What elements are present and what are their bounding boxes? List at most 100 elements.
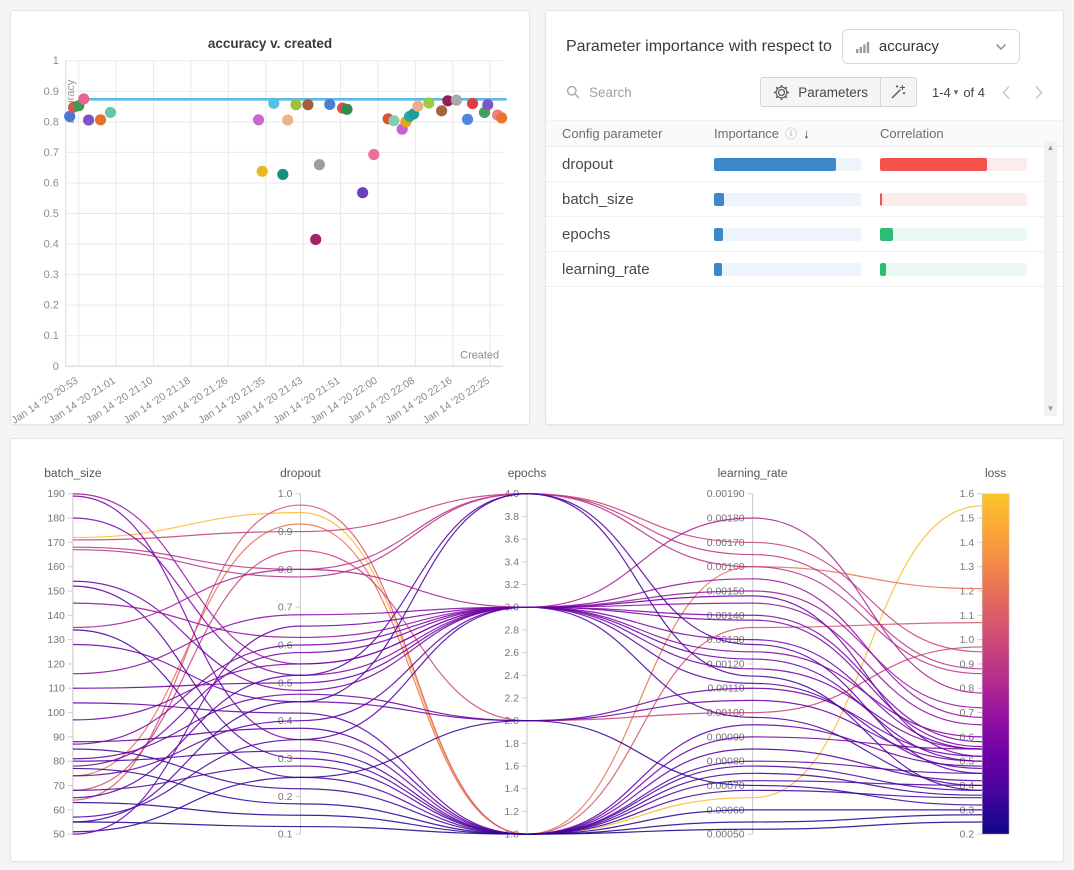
svg-text:160: 160: [47, 562, 65, 573]
parameter-importance-panel: Parameter importance with respect to acc…: [545, 10, 1064, 425]
parallel-coordinates-chart[interactable]: 5060708090100110120130140150160170180190…: [11, 439, 1063, 861]
svg-text:0.9: 0.9: [44, 86, 59, 98]
bar-chart-icon: [855, 39, 870, 54]
caret-down-icon: ▾: [954, 87, 959, 98]
importance-bar: [714, 228, 861, 241]
svg-text:1.8: 1.8: [504, 739, 519, 750]
importance-cell: [714, 158, 880, 171]
search-box[interactable]: [566, 84, 760, 101]
svg-text:1.1: 1.1: [960, 611, 975, 622]
table-scrollbar[interactable]: ▲ ▼: [1044, 141, 1057, 416]
svg-text:Jan 14 '20 21:18: Jan 14 '20 21:18: [122, 375, 193, 424]
svg-text:150: 150: [47, 586, 65, 597]
search-icon: [566, 85, 580, 99]
run-point: [412, 101, 423, 112]
svg-text:1: 1: [53, 55, 59, 67]
table-row[interactable]: learning_rate: [546, 252, 1063, 287]
importance-bar: [714, 193, 861, 206]
run-point: [257, 166, 268, 177]
correlation-cell: [880, 263, 1063, 276]
svg-text:0.7: 0.7: [44, 147, 59, 159]
svg-text:0.5: 0.5: [278, 678, 293, 689]
svg-text:1.0: 1.0: [960, 635, 975, 646]
svg-text:1.6: 1.6: [504, 762, 519, 773]
column-header-correlation[interactable]: Correlation: [880, 126, 1063, 141]
svg-text:Jan 14 '20 21:01: Jan 14 '20 21:01: [47, 375, 118, 424]
importance-cell: [714, 263, 880, 276]
chevron-right-icon: [1034, 85, 1043, 100]
svg-text:60: 60: [53, 805, 65, 816]
previous-page-button[interactable]: [1002, 85, 1011, 100]
parameters-button[interactable]: Parameters: [761, 78, 880, 106]
run-point: [324, 99, 335, 110]
page-range-dropdown[interactable]: 1-4 ▾: [932, 85, 958, 100]
scatter-x-axis-label: Created: [460, 349, 499, 361]
svg-text:70: 70: [53, 781, 65, 792]
table-row[interactable]: dropout: [546, 147, 1063, 182]
run-point: [496, 112, 507, 123]
svg-text:120: 120: [47, 659, 65, 670]
magic-wand-icon: [889, 83, 907, 101]
info-icon[interactable]: ⓘ: [785, 125, 797, 142]
svg-text:170: 170: [47, 538, 65, 549]
metric-select-value: accuracy: [879, 38, 986, 55]
svg-text:0.00190: 0.00190: [707, 489, 745, 500]
svg-text:Jan 14 '20 22:16: Jan 14 '20 22:16: [384, 375, 455, 424]
run-point: [310, 234, 321, 245]
column-header-importance[interactable]: Importance ⓘ ↓: [714, 125, 880, 142]
importance-bar: [714, 263, 861, 276]
svg-text:3.6: 3.6: [504, 535, 519, 546]
svg-text:0.7: 0.7: [278, 603, 293, 614]
correlation-bar: [880, 158, 1027, 171]
axis-title-epochs: epochs: [508, 466, 547, 480]
parameters-button-group: Parameters: [760, 77, 917, 107]
metric-select-dropdown[interactable]: accuracy: [842, 29, 1020, 64]
table-row[interactable]: epochs: [546, 217, 1063, 252]
importance-table: Config parameter Importance ⓘ ↓ Correlat…: [546, 120, 1063, 287]
accuracy-vs-created-chart[interactable]: 10.90.80.70.60.50.40.30.20.10Jan 14 '20 …: [11, 11, 529, 424]
svg-text:3.2: 3.2: [504, 580, 519, 591]
column-header-config-parameter[interactable]: Config parameter: [546, 126, 714, 141]
scroll-down-icon[interactable]: ▼: [1047, 405, 1055, 413]
svg-text:1.4: 1.4: [504, 784, 519, 795]
run-point: [341, 104, 352, 115]
table-controls-row: Parameters 1-4 ▾ of 4: [546, 77, 1063, 107]
svg-text:90: 90: [53, 732, 65, 743]
svg-text:1.4: 1.4: [960, 538, 975, 549]
svg-text:0.2: 0.2: [960, 830, 975, 841]
run-point: [95, 114, 106, 125]
auto-visualize-button[interactable]: [880, 78, 916, 106]
table-row[interactable]: batch_size: [546, 182, 1063, 217]
search-input[interactable]: [587, 84, 697, 101]
svg-text:1.3: 1.3: [960, 562, 975, 573]
run-point: [105, 107, 116, 118]
run-point: [302, 99, 313, 110]
importance-header: Parameter importance with respect to acc…: [546, 11, 1063, 64]
svg-text:1.0: 1.0: [504, 830, 519, 841]
parallel-coordinates-panel: 5060708090100110120130140150160170180190…: [10, 438, 1064, 862]
dashboard: { "panels": { "scatter": { "title": "acc…: [0, 0, 1074, 870]
chevron-left-icon: [1002, 85, 1011, 100]
run-point: [462, 114, 473, 125]
svg-text:3.4: 3.4: [504, 557, 519, 568]
next-page-button[interactable]: [1034, 85, 1043, 100]
svg-text:1.5: 1.5: [960, 514, 975, 525]
svg-text:130: 130: [47, 635, 65, 646]
config-parameter-name: learning_rate: [546, 261, 714, 278]
sort-desc-icon[interactable]: ↓: [803, 126, 810, 141]
run-point: [368, 149, 379, 160]
importance-header-text: Parameter importance with respect to: [566, 38, 832, 56]
correlation-bar: [880, 193, 1027, 206]
run-point: [78, 93, 89, 104]
axis-title-learning_rate: learning_rate: [718, 466, 788, 480]
run-point: [282, 114, 293, 125]
svg-text:0.3: 0.3: [278, 754, 293, 765]
axis-title-batch_size: batch_size: [44, 466, 102, 480]
pager-nav: [1002, 85, 1043, 100]
correlation-cell: [880, 158, 1063, 171]
svg-text:0.9: 0.9: [278, 527, 293, 538]
scroll-up-icon[interactable]: ▲: [1047, 144, 1055, 152]
run-point: [451, 95, 462, 106]
svg-text:Jan 14 '20 21:43: Jan 14 '20 21:43: [234, 375, 305, 424]
svg-text:110: 110: [48, 684, 65, 695]
